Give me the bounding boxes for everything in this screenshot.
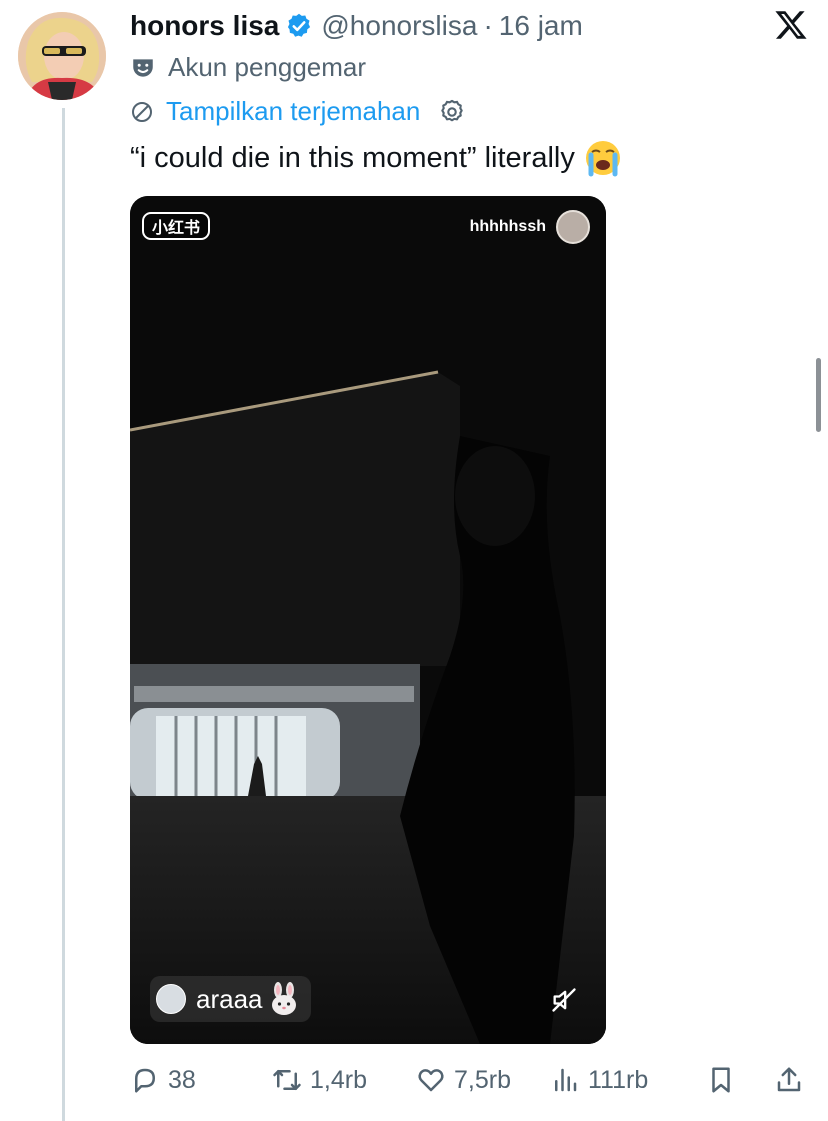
tweet-body: “i could die in this moment” literally [130,141,575,174]
thread-line [62,108,65,1121]
video-uploader: hhhhhssh [470,210,590,244]
share-icon [777,1067,801,1092]
views-button[interactable]: 111rb [550,1060,648,1100]
translate-icon [132,101,152,122]
gear-icon[interactable] [438,98,466,126]
retweet-button[interactable]: 1,4rb [272,1060,367,1100]
theater-masks-icon [133,58,153,77]
scrollbar[interactable] [816,358,821,432]
tweet-header: honors lisa @honorslisa · 16 jam [130,8,583,44]
avatar-image [18,12,106,100]
bookmark-icon [712,1067,730,1093]
video-uploader-name: hhhhhssh [469,218,546,235]
author-avatar[interactable] [18,12,106,100]
retweet-count: 1,4rb [310,1065,367,1094]
share-button[interactable] [774,1060,804,1100]
views-chart-icon [555,1068,577,1092]
tweet-text: “i could die in this moment” literally [130,138,623,178]
like-button[interactable]: 7,5rb [416,1060,511,1100]
view-count: 111rb [588,1065,649,1094]
author-handle[interactable]: @honorslisa [321,10,477,42]
fan-account-label: Akun penggemar [130,52,366,83]
verified-badge-icon[interactable] [285,12,313,40]
reply-count: 38 [168,1065,196,1094]
video-frame [130,196,606,1044]
translate-row: Tampilkan terjemahan [130,96,466,127]
reply-button[interactable]: 38 [130,1060,196,1100]
speaker-muted-icon[interactable] [550,986,578,1014]
header-separator: · [483,10,493,41]
video-uploader-avatar [556,210,590,244]
loudly-crying-face-icon [585,141,620,177]
retweet-icon [273,1070,301,1090]
bookmark-button[interactable] [706,1060,736,1100]
audio-chip[interactable]: araaa [150,976,311,1022]
xiaohongshu-watermark: 小红书 [142,212,211,240]
like-count: 7,5rb [454,1065,511,1094]
reply-icon [135,1068,155,1093]
audio-label: araaa [196,983,263,1014]
rabbit-face-icon [271,982,296,1015]
x-logo-icon[interactable] [774,8,808,42]
tweet-timestamp[interactable]: 16 jam [499,10,583,42]
fan-account-text: Akun penggemar [168,52,367,82]
tweet-actions: 38 1,4rb 7,5rb 111rb [130,1060,810,1100]
heart-icon [418,1069,444,1092]
audio-avatar [156,984,186,1014]
author-display-name[interactable]: honors lisa [130,10,279,42]
show-translation-link[interactable]: Tampilkan terjemahan [166,96,420,127]
video-player[interactable]: 小红书 hhhhhssh araaa [130,196,606,1044]
